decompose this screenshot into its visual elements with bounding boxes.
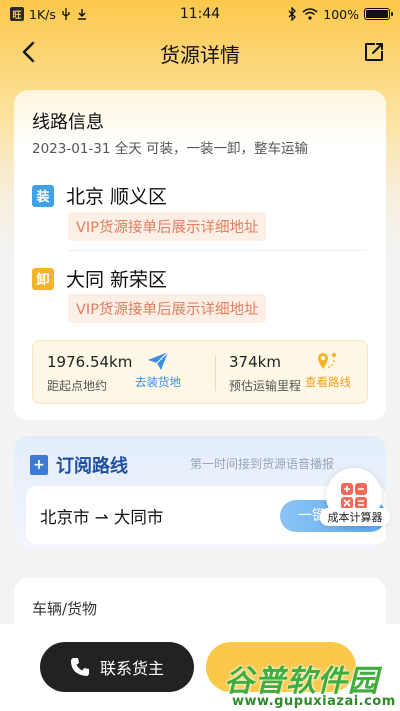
battery-level: [366, 10, 388, 18]
bookmark-add-icon: +: [30, 455, 48, 475]
unload-stop: 卸 大同 新荣区: [32, 265, 167, 292]
mileage-label: 预估运输里程: [229, 379, 302, 393]
battery-percent: 100%: [323, 6, 359, 22]
status-bar: 旺 1K/s 11:44 100%: [0, 0, 400, 28]
route-info-title: 线路信息: [32, 112, 104, 133]
load-tag: 装: [32, 184, 54, 207]
vehicle-cargo-title: 车辆/货物: [32, 600, 98, 618]
load-stop: 装 北京 顺义区: [32, 182, 167, 209]
mileage-value: 374km: [229, 353, 281, 371]
calculator-icon: [341, 483, 367, 509]
chevron-left-icon: [22, 41, 35, 63]
subscribe-route: 北京市 ⇀ 大同市: [40, 508, 164, 527]
load-city: 北京 顺义区: [66, 186, 168, 208]
go-to-load-button[interactable]: 去装货地: [135, 351, 181, 390]
battery-icon: [364, 8, 393, 20]
distance-box: 1976.54km 距起点地约 去装货地 374km 预估运输里程 查看路线: [32, 340, 368, 404]
cost-calculator-label: 成本计算器: [320, 508, 390, 526]
distance-separator: [215, 355, 216, 391]
unload-city: 大同 新荣区: [66, 269, 168, 291]
unload-tag: 卸: [32, 267, 54, 290]
subscribe-title: 订阅路线: [56, 456, 128, 477]
usb-icon: [62, 8, 70, 20]
view-route-button[interactable]: 查看路线: [305, 351, 351, 390]
share-button[interactable]: [360, 38, 388, 66]
distance-to-start-label: 距起点地约: [47, 379, 108, 393]
phone-icon: [70, 658, 89, 676]
route-pin-icon: [318, 352, 337, 369]
load-vip-note: VIP货源接单后展示详细地址: [68, 212, 267, 241]
contact-shipper-button[interactable]: 联系货主: [40, 642, 194, 692]
network-speed: 1K/s: [29, 6, 56, 22]
app-notification-icon: 旺: [10, 7, 24, 21]
download-icon: [77, 9, 86, 20]
watermark-url: www.gupuxiazai.com: [232, 694, 396, 709]
route-info-card: 线路信息 2023-01-31 全天 可装，一装一卸，整车运输 装 北京 顺义区…: [14, 90, 386, 420]
share-icon: [365, 43, 383, 61]
divider: [68, 250, 366, 251]
view-route-label: 查看路线: [305, 375, 351, 389]
cost-calculator-button[interactable]: 成本计算器: [320, 468, 390, 530]
page-title: 货源详情: [160, 43, 240, 67]
unload-vip-note: VIP货源接单后展示详细地址: [68, 294, 267, 323]
contact-shipper-label: 联系货主: [99, 659, 164, 678]
go-to-load-label: 去装货地: [135, 375, 181, 389]
nav-bar: 货源详情: [0, 30, 400, 74]
distance-to-start-value: 1976.54km: [47, 353, 133, 371]
bluetooth-icon: [288, 7, 297, 21]
subscribe-hint: 第一时间接到货源语音播报: [190, 457, 335, 471]
wifi-icon: [302, 8, 318, 20]
watermark-logo: 谷普软件园 www.gupuxiazai.com: [218, 656, 400, 711]
back-button[interactable]: [14, 38, 42, 66]
send-icon: [148, 351, 169, 370]
route-info-subtitle: 2023-01-31 全天 可装，一装一卸，整车运输: [32, 141, 309, 157]
